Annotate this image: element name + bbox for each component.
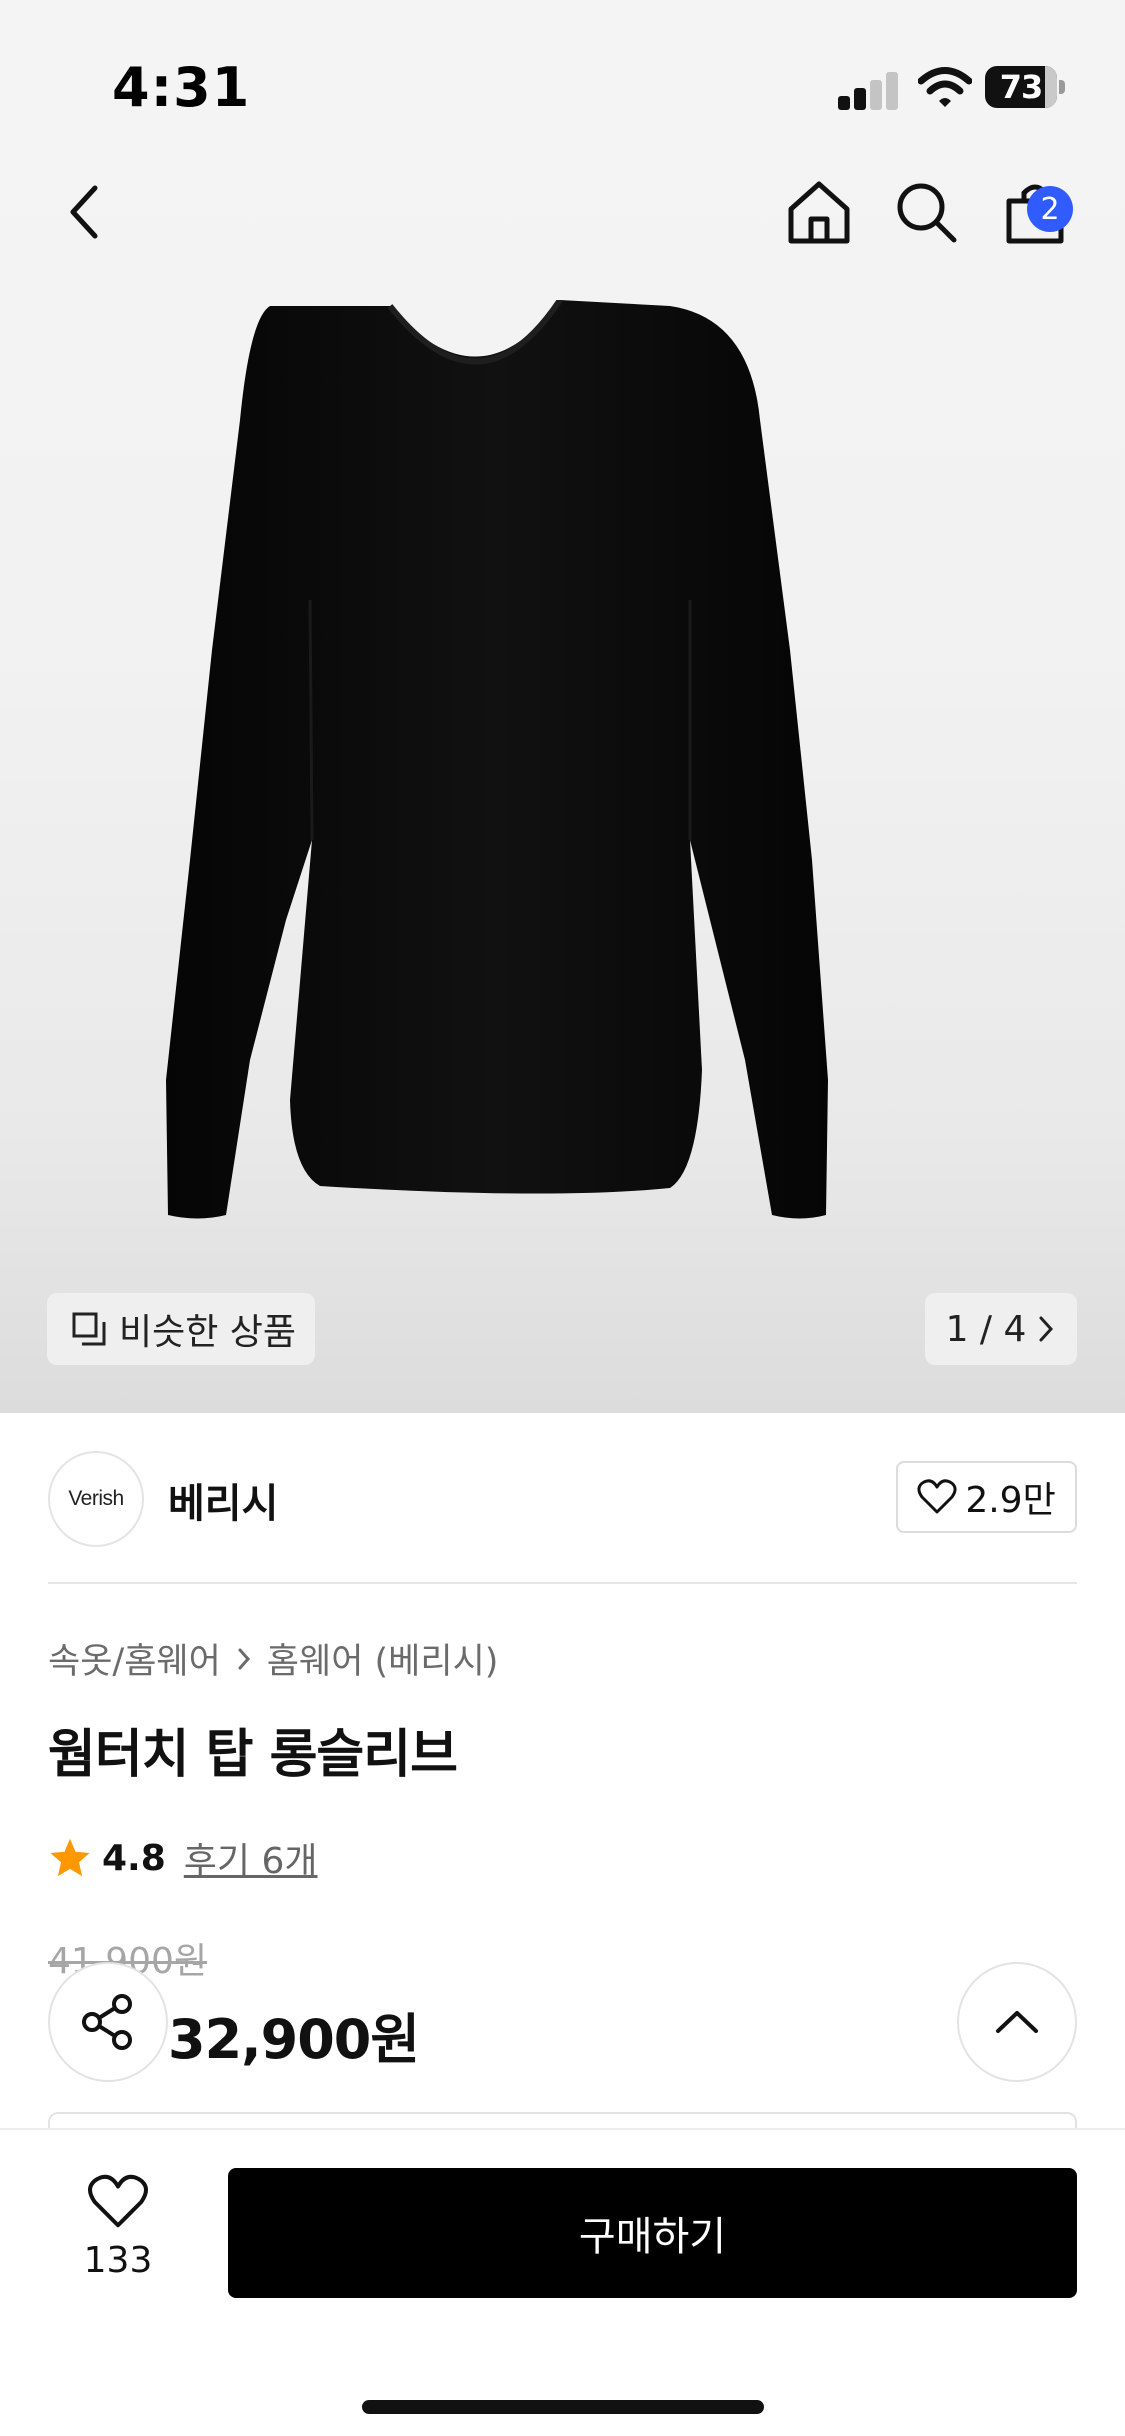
scroll-top-button[interactable]	[957, 1962, 1077, 2082]
top-nav	[0, 170, 1125, 290]
image-pager[interactable]: 1 / 4	[925, 1293, 1077, 1365]
star-icon	[50, 1838, 90, 1877]
status-time: 4:31	[112, 56, 251, 119]
brand-logo[interactable]: Verish	[48, 1451, 144, 1547]
back-button[interactable]	[45, 172, 125, 252]
similar-products-label: 비슷한 상품	[119, 1312, 297, 1353]
battery-level: 73	[999, 68, 1044, 106]
rating-row: 4.8 후기 6개	[48, 1832, 318, 1884]
chevron-up-icon	[996, 2011, 1038, 2033]
product-hero: 4:31 73 2 비슷한 상품 1 / 4	[0, 0, 1125, 1413]
breadcrumb: 속옷/홈웨어 홈웨어 (베리시)	[48, 1633, 498, 1684]
heart-icon	[917, 1479, 957, 1514]
chevron-right-icon	[1039, 1316, 1054, 1342]
product-title: 웜터치 탑 롱슬리브	[48, 1725, 458, 1785]
home-indicator	[362, 2400, 764, 2414]
breadcrumb-chevron-icon	[238, 1648, 250, 1669]
reviews-link[interactable]: 후기 6개	[184, 1832, 318, 1884]
share-button[interactable]	[48, 1962, 168, 2082]
signal-icon	[838, 72, 900, 110]
status-bar: 4:31 73	[0, 0, 1125, 150]
battery-icon: 73	[985, 66, 1065, 108]
similar-items-icon	[72, 1312, 106, 1346]
home-icon	[788, 181, 850, 244]
similar-products-chip[interactable]: 비슷한 상품	[47, 1293, 315, 1365]
heart-icon	[88, 2174, 148, 2228]
sale-price: 32,900원	[168, 2008, 420, 2071]
bottom-action-bar: 133 구매하기	[0, 2128, 1125, 2436]
home-button[interactable]	[779, 172, 859, 252]
search-icon	[897, 183, 957, 243]
wishlist-button[interactable]: 133	[48, 2174, 188, 2304]
rating-value: 4.8	[102, 1837, 166, 1879]
search-button[interactable]	[886, 172, 966, 252]
share-icon	[82, 1994, 132, 2050]
image-pager-label: 1 / 4	[945, 1308, 1027, 1350]
wishlist-count: 133	[83, 2240, 153, 2281]
brand-like-button[interactable]: 2.9만	[896, 1461, 1077, 1533]
chevron-left-icon	[70, 185, 98, 239]
cart-count-badge: 2	[1027, 186, 1073, 232]
brand-name[interactable]: 베리시	[168, 1471, 278, 1529]
buy-button[interactable]: 구매하기	[228, 2168, 1077, 2298]
brand-row[interactable]: Verish 베리시 2.9만	[0, 1413, 1125, 1583]
breadcrumb-subcategory[interactable]: 홈웨어 (베리시)	[267, 1633, 499, 1684]
product-image[interactable]	[150, 300, 970, 1240]
brand-logo-text: Verish	[68, 1487, 124, 1510]
breadcrumb-category[interactable]: 속옷/홈웨어	[48, 1633, 221, 1684]
divider	[48, 1582, 1077, 1584]
product-detail-page: 4:31 73 2 비슷한 상품 1 / 4 Verish 베리시 2.9만 속…	[0, 0, 1125, 2436]
brand-like-count: 2.9만	[965, 1480, 1056, 1521]
wifi-icon	[918, 67, 972, 107]
